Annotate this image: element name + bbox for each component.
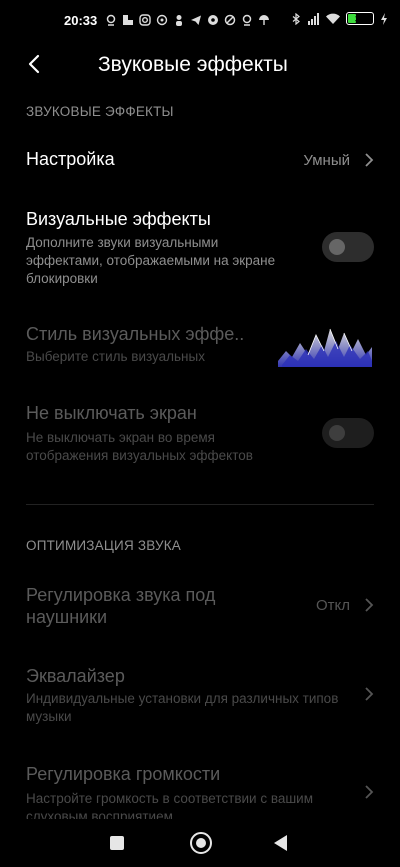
visual-style-row[interactable]: Стиль визуальных эффе.. Выберите стиль в… bbox=[0, 314, 400, 374]
headphones-row[interactable]: Регулировка звука под наушники Откл bbox=[0, 580, 400, 634]
visual-style-preview-image bbox=[278, 321, 372, 367]
volume-subtitle: Настройте громкость в соответствии с ваш… bbox=[26, 791, 314, 820]
chevron-right-icon bbox=[365, 153, 374, 167]
keep-screen-on-toggle[interactable] bbox=[322, 418, 374, 448]
setting-title: Настройка bbox=[26, 149, 115, 169]
charging-icon bbox=[380, 12, 388, 25]
equalizer-title: Эквалайзер bbox=[26, 666, 125, 686]
section-title-sound-optimization: ОПТИМИЗАЦИЯ ЗВУКА bbox=[26, 538, 182, 553]
keep-screen-on-subtitle: Не выключать экран во время отображения … bbox=[26, 430, 253, 463]
soccer-icon bbox=[207, 14, 219, 26]
visual-effects-title: Визуальные эффекты bbox=[26, 209, 211, 229]
headphones-title: Регулировка звука под наушники bbox=[26, 585, 216, 627]
visual-style-subtitle: Выберите стиль визуальных bbox=[26, 349, 205, 364]
status-time: 20:33 bbox=[64, 13, 98, 28]
chevron-right-icon bbox=[365, 598, 374, 612]
navigation-bar bbox=[0, 819, 400, 867]
battery-percent: 31 bbox=[354, 13, 365, 24]
visual-effects-subtitle: Дополните звуки визуальными эффектами, о… bbox=[26, 235, 276, 286]
volume-title: Регулировка громкости bbox=[26, 764, 221, 784]
visual-effects-row[interactable]: Визуальные эффекты Дополните звуки визуа… bbox=[0, 200, 400, 296]
volume-row[interactable]: Регулировка громкости Настройте громкост… bbox=[0, 762, 400, 820]
notification-icons bbox=[105, 12, 270, 28]
instagram-icon bbox=[139, 14, 151, 26]
recent-apps-button[interactable] bbox=[110, 836, 124, 850]
whatsapp-icon bbox=[156, 14, 168, 26]
battery-icon: 31 bbox=[346, 12, 374, 25]
wifi-icon bbox=[326, 13, 340, 25]
toggle-knob bbox=[329, 239, 345, 255]
location-pin-icon bbox=[105, 14, 117, 26]
umbrella-icon bbox=[258, 14, 270, 26]
back-arrow-icon bbox=[28, 54, 40, 74]
system-indicators: 31 bbox=[290, 12, 388, 25]
setting-value: Умный bbox=[303, 152, 350, 169]
signal-icon bbox=[308, 12, 320, 25]
location-pin-icon bbox=[241, 14, 253, 26]
vpn-icon bbox=[224, 14, 236, 26]
toggle-knob bbox=[329, 425, 345, 441]
headphones-value: Откл bbox=[315, 597, 350, 614]
back-button[interactable] bbox=[20, 50, 48, 78]
equalizer-subtitle: Индивидуальные установки для различных т… bbox=[26, 691, 339, 724]
nav-back-button[interactable] bbox=[274, 835, 287, 851]
keep-screen-on-row[interactable]: Не выключать экран Не выключать экран во… bbox=[0, 392, 400, 472]
chevron-right-icon bbox=[365, 687, 374, 701]
page-title: Звуковые эффекты bbox=[98, 53, 288, 76]
chevron-right-icon bbox=[365, 785, 374, 799]
visual-effects-toggle[interactable] bbox=[322, 232, 374, 262]
screenshot-icon bbox=[122, 14, 134, 26]
keep-screen-on-title: Не выключать экран bbox=[26, 403, 197, 423]
bluetooth-icon bbox=[290, 12, 302, 25]
app-header: Звуковые эффекты bbox=[0, 40, 400, 92]
section-title-sound-effects: ЗВУКОВЫЕ ЭФФЕКТЫ bbox=[26, 104, 174, 119]
home-button[interactable] bbox=[190, 832, 212, 854]
status-bar: 20:33 31 bbox=[0, 0, 400, 40]
telegram-icon bbox=[190, 14, 202, 26]
equalizer-row[interactable]: Эквалайзер Индивидуальные установки для … bbox=[0, 664, 400, 730]
section-divider bbox=[26, 504, 374, 505]
person-icon bbox=[173, 14, 185, 26]
visual-style-title: Стиль визуальных эффе.. bbox=[26, 324, 245, 344]
setting-row[interactable]: Настройка Умный bbox=[0, 138, 400, 184]
